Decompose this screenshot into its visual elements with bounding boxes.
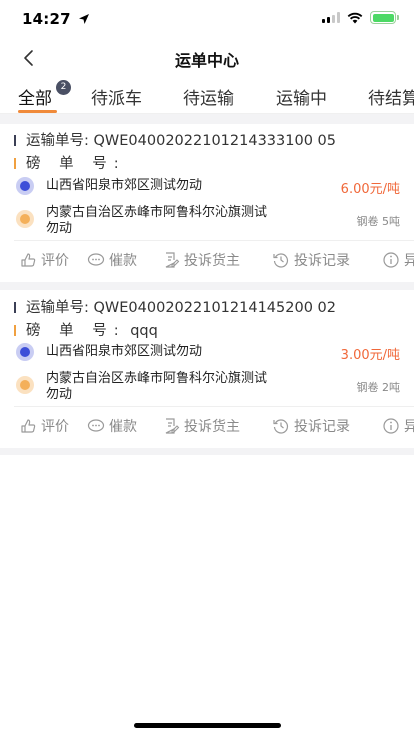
pound-number-row: 磅 单 号: qqq bbox=[14, 319, 158, 340]
navigation-bar: 运单中心 bbox=[0, 40, 414, 76]
waybill-number-label: 运输单号: bbox=[26, 300, 89, 316]
pound-number-label: 磅 单 号: bbox=[26, 156, 126, 172]
complaint-records-label: 投诉记录 bbox=[294, 419, 350, 435]
freight-price: 6.00元/吨 bbox=[340, 182, 400, 197]
rate-hand-icon bbox=[21, 419, 36, 433]
origin-dot-icon bbox=[16, 177, 34, 195]
info-icon bbox=[383, 418, 399, 434]
complain-shipper-button[interactable]: 投诉货主 bbox=[162, 250, 240, 270]
document-edit-icon bbox=[165, 418, 180, 434]
home-indicator[interactable] bbox=[134, 723, 281, 728]
status-indicators bbox=[322, 11, 399, 24]
urge-payment-label: 催款 bbox=[109, 419, 137, 435]
rate-label: 评价 bbox=[41, 419, 69, 435]
rate-button[interactable]: 评价 bbox=[19, 250, 69, 270]
document-edit-icon bbox=[165, 252, 180, 268]
active-tab-indicator bbox=[18, 110, 57, 113]
cargo-info: 钢卷 5吨 bbox=[356, 215, 401, 228]
status-bar: 14:27 bbox=[0, 0, 414, 40]
origin-address: 山西省阳泉市郊区测试勿动 bbox=[46, 178, 203, 193]
rate-hand-icon bbox=[21, 253, 36, 267]
complaint-records-button[interactable]: 投诉记录 bbox=[272, 416, 350, 436]
section-gap bbox=[0, 448, 414, 455]
tab-count-badge: 2 bbox=[56, 80, 71, 95]
waybill-card[interactable]: 运输单号: QWE04002022101214333100 05 磅 单 号: … bbox=[0, 124, 414, 282]
wifi-icon bbox=[347, 12, 363, 23]
freight-price: 3.00元/吨 bbox=[340, 348, 400, 363]
origin-address: 山西省阳泉市郊区测试勿动 bbox=[46, 344, 203, 359]
abnormal-button[interactable]: 异 bbox=[382, 416, 414, 436]
destination-address-line2: 勿动 bbox=[46, 387, 73, 402]
urge-payment-button[interactable]: 催款 bbox=[87, 250, 137, 270]
complain-shipper-label: 投诉货主 bbox=[184, 253, 240, 269]
destination-address-line2: 勿动 bbox=[46, 221, 73, 236]
complain-shipper-label: 投诉货主 bbox=[184, 419, 240, 435]
chat-bubble-icon bbox=[87, 253, 105, 266]
location-arrow-icon bbox=[79, 14, 90, 24]
tab-pending-settlement[interactable]: 待结算 bbox=[368, 84, 414, 109]
tab-all[interactable]: 全部 bbox=[18, 84, 52, 109]
destination-address: 内蒙古自治区赤峰市阿鲁科尔沁旗测试 勿动 bbox=[46, 371, 267, 403]
destination-address-line1: 内蒙古自治区赤峰市阿鲁科尔沁旗测试 bbox=[46, 371, 268, 386]
status-time-text: 14:27 bbox=[22, 10, 71, 28]
card-actions: 评价 催款 投诉货主 投诉记录 异 bbox=[0, 416, 414, 440]
abnormal-button[interactable]: 异 bbox=[382, 250, 414, 270]
tab-pending-dispatch[interactable]: 待派车 bbox=[91, 84, 142, 109]
battery-charging-icon bbox=[370, 11, 399, 24]
urge-payment-label: 催款 bbox=[109, 253, 137, 269]
card-actions: 评价 催款 投诉货主 投诉记录 异 bbox=[0, 250, 414, 274]
section-gap bbox=[0, 114, 414, 124]
pound-number: qqq bbox=[130, 323, 158, 339]
cargo-info: 钢卷 2吨 bbox=[356, 381, 401, 394]
destination-address: 内蒙古自治区赤峰市阿鲁科尔沁旗测试 勿动 bbox=[46, 205, 267, 237]
origin-dot-icon bbox=[16, 343, 34, 361]
waybill-number: QWE04002022101214145200 02 bbox=[93, 300, 336, 316]
info-icon bbox=[383, 252, 399, 268]
pound-number-row: 磅 单 号: bbox=[14, 152, 126, 173]
destination-dot-icon bbox=[16, 210, 34, 228]
history-icon bbox=[273, 419, 289, 434]
complaint-records-button[interactable]: 投诉记录 bbox=[272, 250, 350, 270]
card-divider bbox=[14, 240, 414, 241]
tab-pending-transport[interactable]: 待运输 bbox=[183, 84, 234, 109]
history-icon bbox=[273, 253, 289, 268]
waybill-number: QWE04002022101214333100 05 bbox=[93, 133, 336, 149]
section-gap bbox=[0, 282, 414, 290]
complain-shipper-button[interactable]: 投诉货主 bbox=[162, 416, 240, 436]
waybill-number-row: 运输单号: QWE04002022101214333100 05 bbox=[14, 129, 336, 150]
status-time: 14:27 bbox=[22, 10, 90, 28]
pound-number-label: 磅 单 号: bbox=[26, 323, 126, 339]
waybill-number-label: 运输单号: bbox=[26, 133, 89, 149]
abnormal-label: 异 bbox=[404, 253, 414, 269]
card-divider bbox=[14, 406, 414, 407]
page-title: 运单中心 bbox=[174, 51, 239, 70]
destination-address-line1: 内蒙古自治区赤峰市阿鲁科尔沁旗测试 bbox=[46, 205, 268, 220]
complaint-records-label: 投诉记录 bbox=[294, 253, 350, 269]
rate-button[interactable]: 评价 bbox=[19, 416, 69, 436]
waybill-card[interactable]: 运输单号: QWE04002022101214145200 02 磅 单 号: … bbox=[0, 290, 414, 448]
urge-payment-button[interactable]: 催款 bbox=[87, 416, 137, 436]
cellular-signal-icon bbox=[322, 12, 340, 23]
rate-label: 评价 bbox=[41, 253, 69, 269]
destination-dot-icon bbox=[16, 376, 34, 394]
tab-in-transit[interactable]: 运输中 bbox=[276, 84, 327, 109]
chat-bubble-icon bbox=[87, 419, 105, 432]
abnormal-label: 异 bbox=[404, 419, 414, 435]
waybill-number-row: 运输单号: QWE04002022101214145200 02 bbox=[14, 296, 336, 317]
